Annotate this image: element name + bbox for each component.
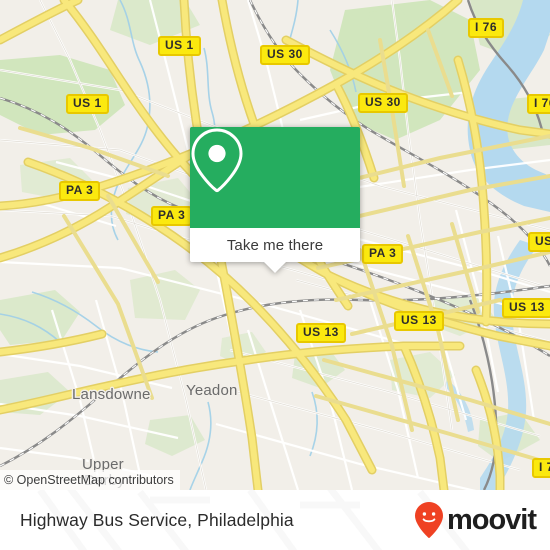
highway-shield: US 30 [260,45,310,65]
moovit-wordmark: moovit [446,503,537,536]
highway-shield: US 30 [358,93,408,113]
highway-shield: PA 3 [59,181,101,201]
card-pointer-tail [264,262,286,273]
map-screenshot: Lansdowne Yeadon Upper Darby US 1 US 1 U… [0,0,550,550]
location-info-card[interactable]: Take me there [190,127,360,273]
highway-shield: I 7 [532,458,550,478]
footer-bar: Highway Bus Service, Philadelphia moovit [0,490,550,550]
highway-shield: US 13 [394,311,444,331]
moovit-logo[interactable]: moovit [414,490,537,550]
map-canvas[interactable]: Lansdowne Yeadon Upper Darby US 1 US 1 U… [0,0,550,490]
card-header [190,127,360,228]
highway-shield: US 13 [296,323,346,343]
highway-shield: US 1 [66,94,109,114]
highway-shield: I 76 [527,94,550,114]
map-pin-icon [191,128,243,193]
highway-shield: US 13 [502,298,550,318]
page-title: Highway Bus Service, Philadelphia [20,510,294,530]
osm-attribution[interactable]: © OpenStreetMap contributors [0,470,180,490]
highway-shield: PA 3 [362,244,404,264]
moovit-pin-icon [414,502,443,538]
highway-shield: US [528,232,550,252]
highway-shield: US 1 [158,36,201,56]
highway-shield: I 76 [468,18,505,38]
highway-shield: PA 3 [151,206,193,226]
take-me-there-button[interactable]: Take me there [190,228,360,262]
